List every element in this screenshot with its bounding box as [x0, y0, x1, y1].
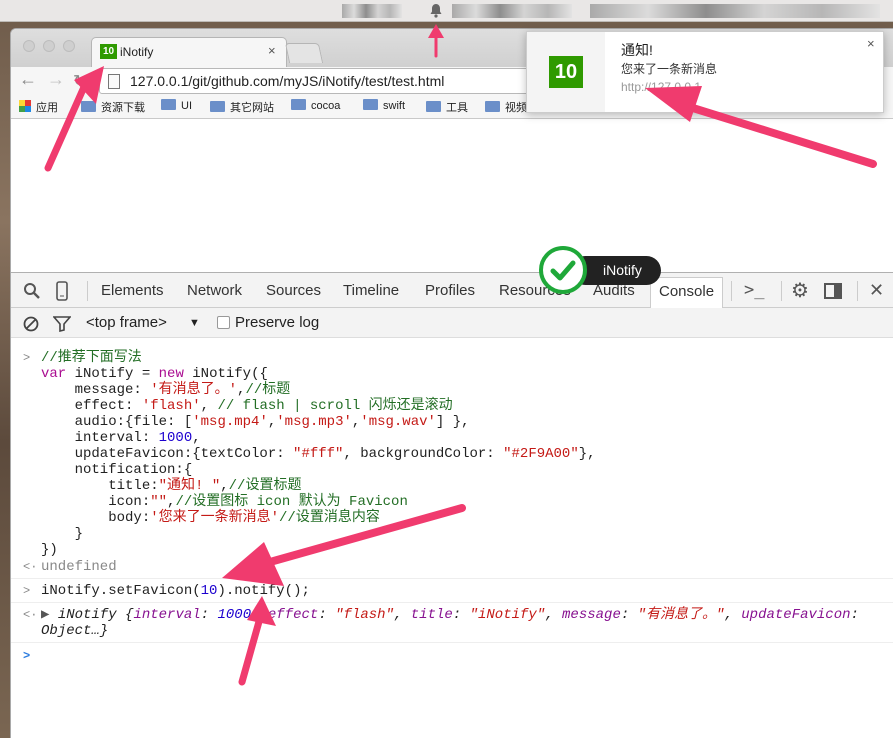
console-input-code: iNotify.setFavicon(10).notify(); [41, 583, 310, 599]
dock-side-icon[interactable] [824, 283, 842, 299]
close-icon[interactable]: ✕ [869, 280, 884, 301]
console-filterbar: <top frame> ▼ Preserve log [11, 308, 893, 338]
frame-select[interactable]: <top frame> [86, 314, 167, 331]
mac-menubar [0, 0, 893, 22]
close-window-button[interactable] [23, 40, 35, 52]
preserve-log-checkbox[interactable] [217, 316, 230, 329]
divider [11, 642, 893, 643]
bookmark-folder[interactable]: swift [363, 99, 405, 115]
console-object-result[interactable]: ▶ iNotify {interval: 1000, effect: "flas… [41, 607, 859, 623]
bookmark-folder[interactable]: cocoa [291, 99, 340, 115]
pixelated-menu-items [590, 4, 880, 18]
divider [781, 281, 782, 301]
console-output[interactable]: > //推荐下面写法 var iNotify = new iNotify({ m… [11, 340, 893, 738]
folder-icon [363, 99, 378, 110]
tab-timeline[interactable]: Timeline [343, 282, 399, 299]
console-object-result: Object…} [41, 623, 109, 639]
folder-icon [210, 101, 225, 112]
page-icon [108, 74, 120, 89]
divider [87, 281, 88, 301]
divider [11, 578, 893, 579]
tab-inotify[interactable]: 10 iNotify × [91, 37, 287, 67]
preserve-log-label: Preserve log [235, 314, 320, 331]
console-prompt-icon[interactable]: > [23, 648, 30, 664]
inotify-toast: iNotify [539, 246, 661, 294]
notification-origin: http://127.0.0.1 [621, 80, 702, 94]
new-tab-button[interactable] [284, 43, 324, 63]
device-mode-icon[interactable] [55, 281, 69, 301]
divider [11, 602, 893, 603]
browser-window: 10 iNotify × ← → ↻ 127.0.0.1/git/github.… [10, 28, 893, 738]
devtools-panel: Elements Network Sources Timeline Profil… [11, 272, 893, 738]
bookmark-folder[interactable]: 工具 [426, 99, 468, 115]
notification-message: 您来了一条新消息 [621, 62, 718, 76]
folder-icon [485, 101, 500, 112]
apps-grid-icon [19, 100, 31, 112]
forward-arrow-icon[interactable]: → [47, 69, 65, 90]
tab-title: iNotify [120, 45, 154, 59]
clear-console-icon[interactable] [23, 316, 39, 332]
result-arrow-icon: <· [23, 560, 38, 574]
bookmark-folder[interactable]: UI [161, 99, 192, 115]
page-content [11, 120, 893, 272]
divider [857, 281, 858, 301]
tab-sources[interactable]: Sources [266, 282, 321, 299]
chevron-down-icon[interactable]: ▼ [189, 317, 200, 329]
input-prompt-icon: > [23, 351, 31, 365]
folder-icon [426, 101, 441, 112]
minimize-window-button[interactable] [43, 40, 55, 52]
divider [731, 281, 732, 301]
bell-icon[interactable] [429, 3, 443, 18]
reload-icon[interactable]: ↻ [73, 71, 86, 91]
tab-elements[interactable]: Elements [101, 282, 164, 299]
tab-network[interactable]: Network [187, 282, 242, 299]
pixelated-menu-items [452, 4, 572, 18]
bookmark-folder[interactable]: 视频 [485, 99, 527, 115]
zoom-window-button[interactable] [63, 40, 75, 52]
folder-icon [291, 99, 306, 110]
close-tab-icon[interactable]: × [268, 43, 276, 58]
tab-profiles[interactable]: Profiles [425, 282, 475, 299]
bookmark-folder[interactable]: 资源下载 [81, 99, 145, 115]
bookmark-folder[interactable]: 其它网站 [210, 99, 274, 115]
notification-title: 通知! [621, 42, 653, 58]
devtools-tabbar: Elements Network Sources Timeline Profil… [11, 272, 893, 309]
close-icon[interactable]: × [867, 36, 875, 51]
address-bar[interactable]: 127.0.0.1/git/github.com/myJS/iNotify/te… [99, 68, 539, 94]
result-arrow-icon: <· [23, 608, 38, 622]
bookmark-apps[interactable]: 应用 [19, 99, 58, 115]
console-drawer-icon[interactable]: >_ [744, 280, 764, 300]
notification-favicon: 10 [549, 56, 583, 88]
gear-icon[interactable]: ⚙ [791, 278, 809, 303]
folder-icon [81, 101, 96, 112]
folder-icon [161, 99, 176, 110]
console-result: undefined [41, 559, 117, 575]
desktop-notification[interactable]: 10 通知! 您来了一条新消息 http://127.0.0.1 × [526, 31, 884, 113]
filter-icon[interactable] [53, 316, 71, 332]
url-text: 127.0.0.1/git/github.com/myJS/iNotify/te… [130, 73, 445, 89]
back-arrow-icon[interactable]: ← [19, 69, 37, 90]
pixelated-menu-items [342, 4, 402, 18]
favicon-badge: 10 [100, 44, 117, 59]
toast-label: iNotify [603, 262, 642, 278]
check-icon [539, 246, 587, 294]
search-icon[interactable] [23, 282, 41, 300]
input-prompt-icon: > [23, 584, 31, 598]
console-input-code: //推荐下面写法 var iNotify = new iNotify({ mes… [41, 350, 596, 558]
